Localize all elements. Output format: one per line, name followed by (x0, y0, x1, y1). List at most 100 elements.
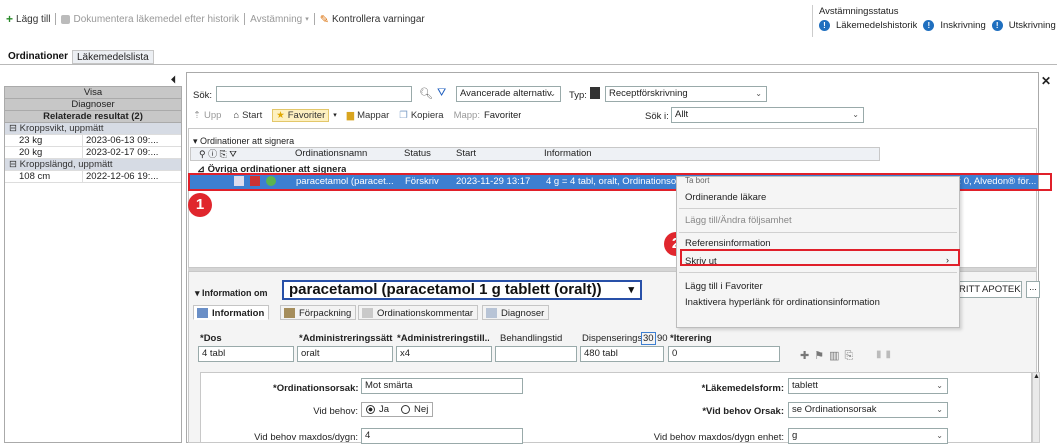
dose-field[interactable]: 4 tabl (198, 346, 294, 362)
collapse-icon: ⊟ (9, 123, 20, 134)
column-status[interactable]: Status (404, 148, 431, 160)
menu-separator (679, 208, 957, 209)
menu-item-prescriber[interactable]: Ordinerande läkare (685, 192, 766, 203)
form-type-dropdown[interactable]: tablett ⌄ (788, 378, 948, 394)
info-icon: ! (923, 20, 935, 31)
search-input[interactable] (216, 86, 412, 102)
type-dropdown[interactable]: Receptförskrivning ⌄ (605, 86, 767, 102)
menu-separator (679, 272, 957, 273)
dispensing-30[interactable]: 30 (641, 332, 656, 345)
copy-icon: ❐ (399, 109, 408, 121)
menu-item-reference-info[interactable]: Referensinformation (685, 238, 771, 249)
iteration-label: *Iterering (670, 333, 712, 344)
search-label: Sök: (193, 90, 213, 101)
group-weight[interactable]: ⊟ Kroppsvikt, uppmätt (5, 123, 181, 135)
chevron-down-icon: ▾ (305, 16, 309, 23)
route-field[interactable]: oralt (297, 346, 393, 362)
dispensing-90[interactable]: 90 (657, 333, 668, 344)
result-row[interactable]: 23 kg 2023-06-13 09:... (5, 135, 181, 147)
status-admission-link[interactable]: Inskrivning (940, 20, 985, 31)
dispensing-field[interactable]: 480 tabl (580, 346, 664, 362)
radio-yes[interactable] (366, 405, 375, 414)
filter-icon[interactable]: ⛛ (437, 87, 446, 100)
menu-item-adherence[interactable]: Lägg till/Ändra följsamhet (685, 215, 792, 226)
left-panel: Visa Diagnoser Relaterade resultat (2) ⊟… (4, 86, 182, 443)
menu-item-add-favorite[interactable]: Lägg till i Favoriter (685, 281, 763, 292)
folders-button[interactable]: ▆ Mappar (347, 110, 390, 121)
star-icon: ★ (276, 109, 285, 121)
start-button[interactable]: ⌂ Start (233, 110, 262, 121)
more-button[interactable]: ... (1026, 281, 1040, 298)
package-icon (284, 308, 295, 318)
prn-reason-dropdown[interactable]: se Ordinationsorsak ⌄ (788, 402, 948, 418)
copy-button[interactable]: ❐ Kopiera (399, 110, 443, 121)
admin-time-field[interactable]: x4 (396, 346, 492, 362)
result-row[interactable]: 108 cm 2022-12-06 19:... (5, 171, 181, 183)
chevron-down-icon: ⌄ (852, 110, 859, 119)
column-start[interactable]: Start (456, 148, 476, 160)
tab-diagnoses[interactable]: Diagnoser (482, 305, 550, 320)
add-button[interactable]: + Lägg till (6, 12, 50, 26)
dose-move-icons: ▮▮ (876, 349, 896, 360)
favorites-button[interactable]: ★ Favoriter (272, 108, 330, 122)
left-header-show[interactable]: Visa (5, 87, 181, 99)
info-icon (197, 308, 208, 318)
column-order-name[interactable]: Ordinationsnamn (295, 148, 367, 160)
plus-icon: + (6, 12, 14, 26)
chevron-down-icon: ⌄ (755, 89, 762, 98)
chevron-down-icon[interactable]: ▾ (333, 111, 337, 119)
status-history-link[interactable]: Läkemedelshistorik (836, 20, 917, 31)
comment-icon (362, 308, 373, 318)
reason-field[interactable]: Mot smärta (361, 378, 523, 394)
reconcile-dropdown[interactable]: Avstämning ▾ (250, 14, 309, 25)
left-header-related-results[interactable]: Relaterade resultat (2) (5, 111, 181, 123)
status-items: ! Läkemedelshistorik ! Inskrivning ! Uts… (819, 20, 1056, 31)
up-button[interactable]: ⇡ Upp (193, 110, 221, 121)
type-label: Typ: (569, 90, 587, 101)
radio-no[interactable] (401, 405, 411, 414)
folder-path-label: Mapp: (453, 109, 480, 121)
drug-selector[interactable]: paracetamol (paracetamol 1 g tablett (or… (282, 280, 642, 300)
maxdose-field[interactable]: 4 (361, 428, 523, 444)
chevron-down-icon: ▾ (628, 284, 634, 296)
chevron-down-icon: ⌄ (549, 89, 556, 98)
up-arrow-icon: ⇡ (193, 109, 201, 121)
separator (313, 13, 315, 25)
maxdose-label: Vid behov maxdos/dygn: (254, 432, 358, 443)
tab-orders[interactable]: Ordinationer (4, 50, 72, 64)
check-warnings-button[interactable]: ✎ Kontrollera varningar (320, 13, 425, 26)
dose-tools-icons[interactable]: ✚⚑▥⎘ (800, 349, 858, 363)
route-label: *Administreringssätt (299, 333, 393, 344)
search-icon[interactable]: 🔍︎ (419, 87, 433, 100)
folder-path-value: Favoriter (483, 109, 522, 121)
status-title: Avstämningsstatus (819, 6, 899, 17)
scrollbar[interactable]: ▲ (1032, 372, 1040, 443)
tab-order-comment[interactable]: Ordinationskommentar (358, 305, 479, 320)
duration-field[interactable] (495, 346, 577, 362)
left-header-diagnoses[interactable]: Diagnoser (5, 99, 181, 111)
chevron-down-icon: ⌄ (936, 405, 943, 414)
search-in-dropdown[interactable]: Allt ⌄ (671, 107, 864, 123)
group-height[interactable]: ⊟ Kroppslängd, uppmätt (5, 159, 181, 171)
orders-section-title[interactable]: ▾ Ordinationer att signera (193, 136, 294, 147)
collapse-icon: ⊟ (9, 159, 20, 170)
document-history-button[interactable]: Dokumentera läkemedel efter historik (61, 14, 239, 25)
menu-item-remove[interactable]: Ta bort (685, 176, 709, 185)
collapse-icon: ▾ (195, 288, 203, 298)
tab-package[interactable]: Förpackning (280, 305, 357, 320)
maxdose-unit-dropdown[interactable]: g ⌄ (788, 428, 948, 444)
tab-information[interactable]: Information (193, 305, 270, 320)
status-discharge-link[interactable]: Utskrivning (1009, 20, 1056, 31)
pills-icon (61, 14, 71, 24)
dispensing-label: Dispenserings (582, 333, 643, 344)
close-icon[interactable]: ✕ (1041, 74, 1051, 88)
menu-item-disable-hyperlink[interactable]: Inaktivera hyperlänk för ordinationsinfo… (685, 297, 880, 308)
column-information[interactable]: Information (544, 148, 592, 160)
tab-medication-list[interactable]: Läkemedelslista (72, 50, 154, 64)
separator (55, 13, 57, 25)
iteration-field[interactable]: 0 (668, 346, 780, 362)
collapse-left-icon[interactable]: ⏴ (171, 75, 176, 86)
result-row[interactable]: 20 kg 2023-02-17 09:... (5, 147, 181, 159)
info-icon: ! (819, 20, 830, 31)
advanced-options-dropdown[interactable]: Avancerade alternativ ⌄ (456, 86, 561, 102)
